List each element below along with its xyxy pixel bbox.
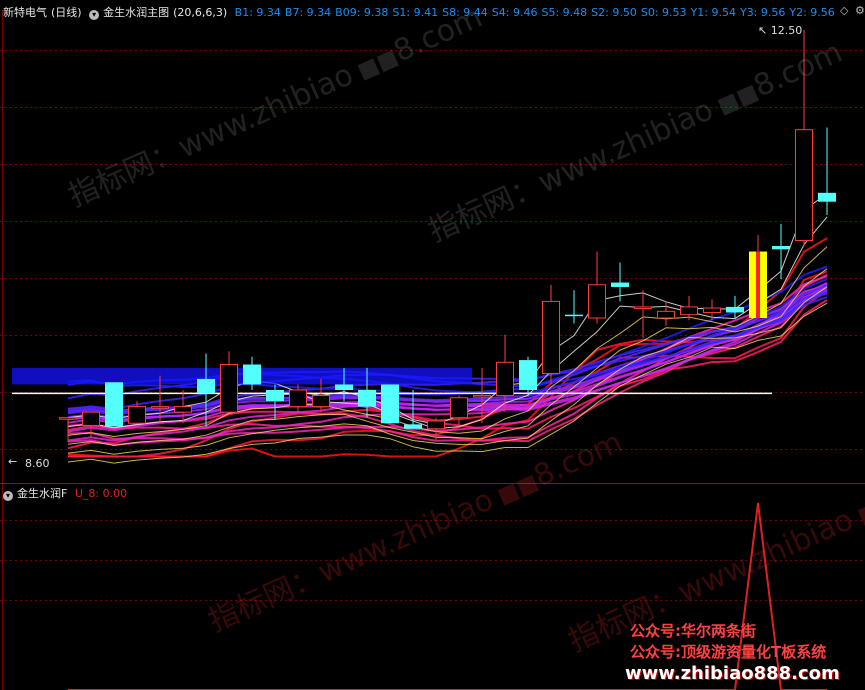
promo-line-1: 公众号:华尔两条街 <box>630 622 756 640</box>
candle-body <box>243 364 261 385</box>
candle-body <box>151 406 169 409</box>
candle-body <box>818 192 836 202</box>
candle-body <box>588 284 606 319</box>
candle-body <box>82 411 100 426</box>
indicator-toggle-icon[interactable]: ▾ <box>89 10 100 20</box>
candle-body <box>105 382 123 427</box>
settings-icon[interactable]: ⚙ <box>855 4 865 17</box>
diamond-icon[interactable]: ◇ <box>840 4 848 17</box>
candle-body <box>473 395 491 398</box>
candle-body <box>726 306 744 313</box>
candle-body <box>542 300 560 374</box>
level-readout: B09: 9.38 <box>335 6 389 19</box>
level-readout: B7: 9.34 <box>284 6 332 19</box>
signal-candle-stripe <box>756 251 760 318</box>
candle-body <box>404 424 422 429</box>
level-readout: S2: 9.50 <box>591 6 637 19</box>
sub-indicator-toggle-icon[interactable]: ▾ <box>3 491 13 501</box>
candle-body <box>174 406 192 413</box>
ma-line <box>67 216 828 430</box>
candle-body <box>59 417 77 420</box>
price-low-arrow-icon: ← <box>8 455 18 468</box>
grid-lines <box>0 10 865 690</box>
candle-body <box>565 314 583 317</box>
indicator-name[interactable]: 金生水润主图 <box>103 6 169 19</box>
level-readouts: B1: 9.34 B7: 9.34 B09: 9.38 S1: 9.41 S8: 9.4… <box>235 6 839 19</box>
candle-body <box>611 282 629 287</box>
candle-body <box>496 361 514 397</box>
candle-body <box>312 395 330 408</box>
stock-chart[interactable] <box>0 0 865 690</box>
level-readout: S1: 9.41 <box>392 6 439 19</box>
level-readout: Y2: 9.56 <box>789 6 835 19</box>
promo-line-2: 公众号:顶级游资量化T板系统 <box>630 643 827 661</box>
candle-body <box>657 310 675 319</box>
level-readout: B1: 9.34 <box>234 6 281 19</box>
candle-body <box>772 246 790 250</box>
level-readout: S4: 9.46 <box>491 6 538 19</box>
sub-indicator-value: U_8: 0.00 <box>74 487 128 500</box>
level-readout: Y1: 9.54 <box>690 6 736 19</box>
candle-body <box>519 360 537 390</box>
candle-body <box>634 306 652 309</box>
candle-body <box>450 397 468 419</box>
price-low-marker: 8.60 <box>25 457 50 470</box>
candle-body <box>220 364 238 413</box>
candle-body <box>128 406 146 424</box>
stock-name: 新特电气 <box>3 6 47 19</box>
period-label: (日线) <box>51 6 82 19</box>
indicator-params: (20,6,6,3) <box>173 6 228 19</box>
level-readout: Y3: 9.56 <box>739 6 786 19</box>
main-chart-header: 新特电气 (日线) ▾ 金生水润主图 (20,6,6,3) B1: 9.34 B7: 9… <box>3 4 843 20</box>
candle-body <box>358 390 376 407</box>
candle-body <box>197 378 215 394</box>
candle-body <box>703 307 721 313</box>
candle-body <box>266 390 284 402</box>
candle-body <box>289 389 307 408</box>
ribbon-band <box>12 367 472 385</box>
level-readout: S8: 9.44 <box>442 6 488 19</box>
candle-body <box>680 306 698 316</box>
level-readout: S5: 9.48 <box>541 6 588 19</box>
ma-line <box>67 292 828 442</box>
sub-indicator-name[interactable]: 金生水润F <box>17 487 67 500</box>
promo-website: www.zhibiao888.com <box>625 663 840 684</box>
candle-body <box>427 420 445 430</box>
sub-chart-header: ▾ 金生水润F U_8: 0.00 <box>3 485 131 501</box>
candle-body <box>381 384 399 424</box>
candle-body <box>335 384 353 390</box>
price-high-marker: ↖ 12.50 <box>758 24 803 37</box>
candle-body <box>795 129 813 241</box>
level-readout: S0: 9.53 <box>640 6 687 19</box>
